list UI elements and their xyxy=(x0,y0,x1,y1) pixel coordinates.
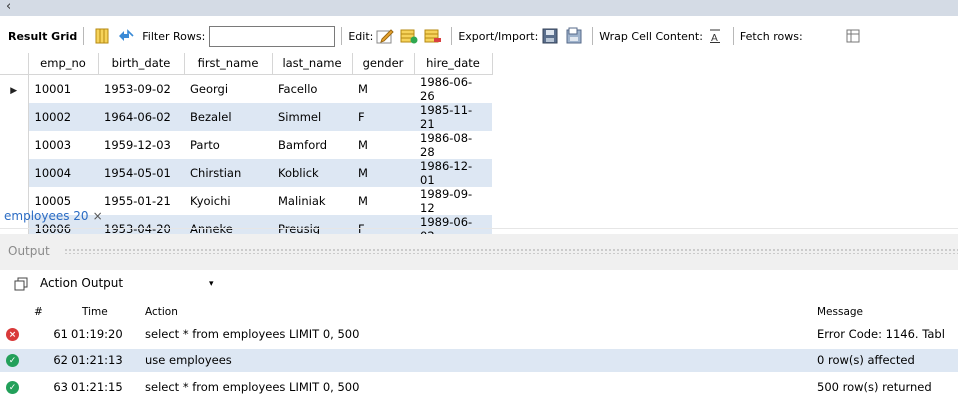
cell[interactable]: 1986-06-26 xyxy=(414,74,492,103)
cell[interactable]: 10004 xyxy=(28,158,98,187)
output-row[interactable]: ✓ 63 01:21:15 select * from employees LI… xyxy=(0,376,958,399)
cell[interactable]: M xyxy=(352,158,414,187)
result-toolbar: Result Grid Filter Rows: Edit: Export/Im… xyxy=(0,23,958,49)
column-header[interactable]: first_name xyxy=(184,53,273,75)
wrap-text-icon[interactable]: A xyxy=(706,27,724,45)
cell[interactable]: 1953-09-02 xyxy=(98,74,184,103)
cell[interactable]: Koblick xyxy=(272,158,352,187)
table-row[interactable]: 10002 1964-06-02 Bezalel Simmel F 1985-1… xyxy=(0,102,492,131)
delete-row-icon[interactable] xyxy=(424,27,442,45)
column-header[interactable]: birth_date xyxy=(98,53,185,75)
fetch-next-icon[interactable] xyxy=(844,27,862,45)
row-message: Error Code: 1146. Tabl xyxy=(817,327,945,341)
top-strip: ‹ xyxy=(0,0,958,16)
table-row[interactable]: ▶ 10001 1953-09-02 Georgi Facello M 1986… xyxy=(0,74,492,103)
current-row-pointer-icon: ▶ xyxy=(10,85,18,96)
form-editor-icon[interactable] xyxy=(93,27,111,45)
row-action: select * from employees LIMIT 0, 500 xyxy=(145,327,360,341)
cell[interactable]: Georgi xyxy=(184,74,272,103)
output-toolbar: Action Output ▾ xyxy=(0,272,958,298)
row-time: 01:21:15 xyxy=(71,380,123,394)
filter-rows-label: Filter Rows: xyxy=(142,29,206,43)
export-import-label: Export/Import: xyxy=(458,29,539,43)
filter-rows-input[interactable] xyxy=(209,25,336,47)
cell[interactable]: Simmel xyxy=(272,102,352,131)
result-grid-button[interactable]: Result Grid xyxy=(8,25,77,47)
row-time: 01:21:13 xyxy=(71,353,123,367)
wrap-cell-label: Wrap Cell Content: xyxy=(599,29,703,43)
cell[interactable]: 1964-06-02 xyxy=(98,102,184,131)
tab-label: employees 20 xyxy=(4,209,89,223)
row-message: 0 row(s) affected xyxy=(817,353,915,367)
row-action: use employees xyxy=(145,353,232,367)
add-row-icon[interactable] xyxy=(400,27,418,45)
export-icon[interactable] xyxy=(541,27,559,45)
row-message: 500 row(s) returned xyxy=(817,380,932,394)
output-type-select[interactable]: Action Output xyxy=(40,276,123,290)
cell[interactable]: Bamford xyxy=(272,131,352,159)
cell[interactable]: 1954-05-01 xyxy=(98,158,184,187)
output-row[interactable]: ✓ 62 01:21:13 use employees 0 row(s) aff… xyxy=(0,349,958,372)
col-num-header[interactable]: # xyxy=(34,306,43,318)
result-tab-bar: employees 20 × xyxy=(0,207,958,229)
back-arrow-icon[interactable]: ‹ xyxy=(6,0,11,14)
cell[interactable]: M xyxy=(352,131,414,159)
chevron-down-icon[interactable]: ▾ xyxy=(209,279,214,289)
column-header[interactable]: hire_date xyxy=(414,53,493,75)
success-icon: ✓ xyxy=(6,354,19,367)
output-panel-header: Output xyxy=(0,234,958,270)
cell[interactable]: 10003 xyxy=(28,131,98,159)
row-time: 01:19:20 xyxy=(71,327,123,341)
row-header[interactable] xyxy=(0,102,29,131)
cell[interactable]: 10001 xyxy=(28,74,98,103)
result-grid: emp_no birth_date first_name last_name g… xyxy=(0,53,958,243)
row-header[interactable] xyxy=(0,158,29,187)
column-header[interactable]: gender xyxy=(352,53,415,75)
row-number: 62 xyxy=(53,353,68,367)
cell[interactable]: 1986-12-01 xyxy=(414,158,492,187)
cell[interactable]: Parto xyxy=(184,131,272,159)
tab-employees-20[interactable]: employees 20 × xyxy=(4,209,103,223)
output-row[interactable]: × 61 01:19:20 select * from employees LI… xyxy=(0,323,958,346)
cell[interactable]: F xyxy=(352,102,414,131)
column-header[interactable]: emp_no xyxy=(28,53,99,75)
cell[interactable]: M xyxy=(352,74,414,103)
error-icon: × xyxy=(6,328,19,341)
row-number: 61 xyxy=(53,327,68,341)
output-title: Output xyxy=(8,244,54,258)
table-row[interactable]: 10004 1954-05-01 Chirstian Koblick M 198… xyxy=(0,158,492,187)
import-icon[interactable] xyxy=(565,27,583,45)
cell[interactable]: 10002 xyxy=(28,102,98,131)
edit-label: Edit: xyxy=(348,29,374,43)
cell[interactable]: 1986-08-28 xyxy=(414,131,492,159)
row-header[interactable] xyxy=(0,130,29,159)
row-header-corner xyxy=(0,53,29,75)
row-header[interactable]: ▶ xyxy=(0,74,29,103)
cell[interactable]: Bezalel xyxy=(184,102,272,131)
cell[interactable]: Facello xyxy=(272,74,352,103)
close-icon[interactable]: × xyxy=(93,209,103,223)
cell[interactable]: 1985-11-21 xyxy=(414,102,492,131)
col-message-header[interactable]: Message xyxy=(817,306,863,318)
success-icon: ✓ xyxy=(6,381,19,394)
panel-grip[interactable] xyxy=(64,248,958,254)
cell[interactable]: Chirstian xyxy=(184,158,272,187)
output-column-headers: # Time Action Message xyxy=(0,302,958,322)
row-action: select * from employees LIMIT 0, 500 xyxy=(145,380,360,394)
cell[interactable]: 1959-12-03 xyxy=(98,131,184,159)
row-number: 63 xyxy=(53,380,68,394)
edit-cell-icon[interactable] xyxy=(376,27,395,45)
refresh-icon[interactable] xyxy=(117,27,135,45)
table-row[interactable]: 10003 1959-12-03 Parto Bamford M 1986-08… xyxy=(0,130,492,159)
fetch-rows-label: Fetch rows: xyxy=(739,29,803,43)
col-time-header[interactable]: Time xyxy=(82,306,108,318)
column-header[interactable]: last_name xyxy=(272,53,353,75)
copy-icon[interactable] xyxy=(14,277,28,291)
col-action-header[interactable]: Action xyxy=(145,306,178,318)
